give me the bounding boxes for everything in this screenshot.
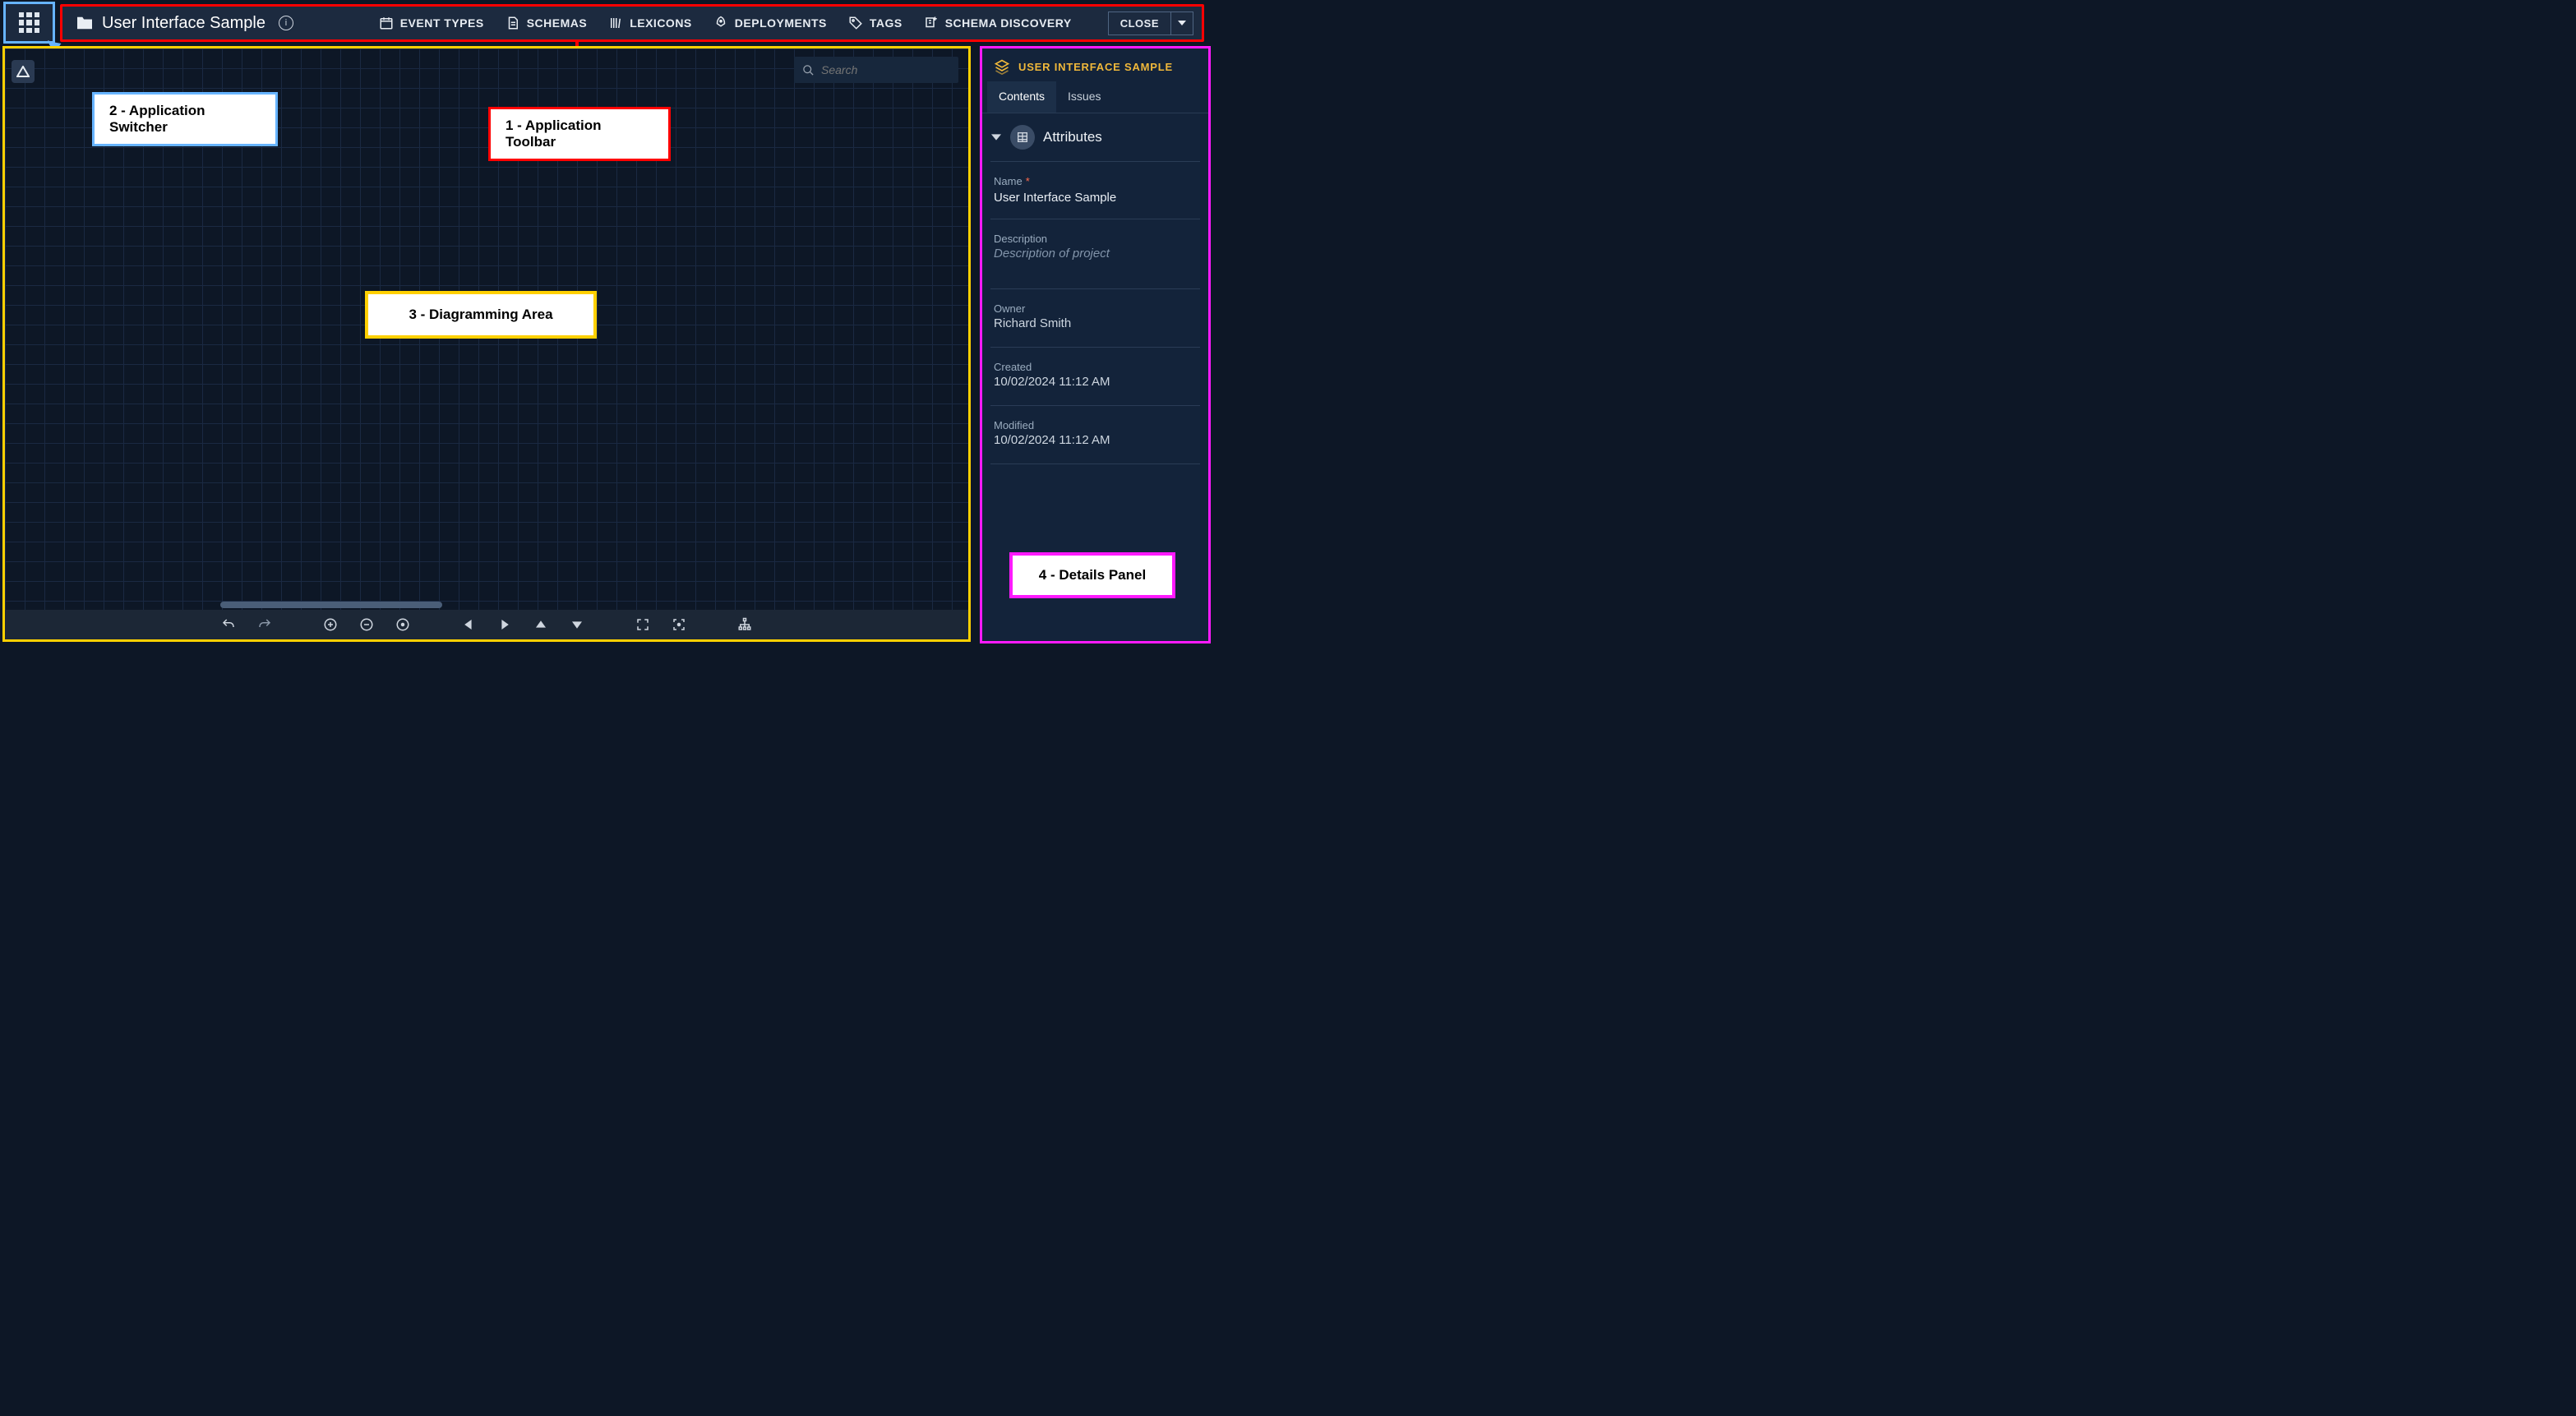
triangle-right-icon [500,620,510,630]
tag-icon [848,16,863,30]
field-created-value: 10/02/2024 11:12 AM [994,373,1197,397]
fit-icon [635,617,650,632]
divider [990,405,1200,406]
triangle-icon [16,66,30,77]
attributes-section-label: Attributes [1043,129,1102,145]
document-icon [506,16,520,30]
zoom-out-button[interactable] [358,616,376,634]
dot-circle-icon [395,617,410,632]
details-tabs: Contents Issues [982,81,1208,113]
annotation-diagram: 3 - Diagramming Area [365,291,597,339]
center-icon [672,617,686,632]
nav-schema-discovery[interactable]: SCHEMA DISCOVERY [924,16,1072,30]
redo-button[interactable] [256,616,274,634]
minus-circle-icon [359,617,374,632]
folder-icon [76,16,94,30]
field-modified-value: 10/02/2024 11:12 AM [994,431,1197,455]
triangle-down-icon [572,620,582,630]
annotation-switcher: 2 - Application Switcher [92,92,278,146]
field-created: Created 10/02/2024 11:12 AM [982,353,1208,400]
tab-contents[interactable]: Contents [987,81,1056,113]
table-icon [1016,131,1029,144]
field-modified-label: Modified [994,419,1197,431]
books-icon [608,16,623,30]
pan-right-button[interactable] [496,616,514,634]
field-created-label: Created [994,361,1197,373]
nav-lexicons-label: LEXICONS [630,16,692,30]
nav-deployments[interactable]: DEPLOYMENTS [713,16,827,30]
app-switcher-button[interactable] [3,2,55,44]
chevron-down-icon [1178,19,1186,27]
annotation-details: 4 - Details Panel [1009,552,1175,598]
horizontal-scrollbar-thumb[interactable] [220,602,442,608]
nav-tags[interactable]: TAGS [848,16,903,30]
app-root: User Interface Sample i EVENT TYPES SCHE… [0,0,1215,647]
shape-tool-button[interactable] [12,60,35,83]
close-button[interactable]: CLOSE [1108,12,1171,35]
info-icon[interactable]: i [279,16,293,30]
triangle-up-icon [536,620,546,630]
project-title: User Interface Sample [102,14,265,33]
undo-icon [221,617,236,632]
plus-circle-icon [323,617,338,632]
layers-icon [994,58,1010,75]
zoom-in-button[interactable] [321,616,339,634]
field-description: Description Description of project [982,224,1208,284]
canvas-search-input[interactable] [821,63,950,76]
nav-deployments-label: DEPLOYMENTS [735,16,827,30]
rocket-icon [713,16,728,30]
nav-schemas[interactable]: SCHEMAS [506,16,588,30]
center-button[interactable] [670,616,688,634]
tab-issues[interactable]: Issues [1056,81,1112,113]
discovery-icon [924,16,939,30]
project-title-group: User Interface Sample i [76,14,293,33]
grid-icon [19,12,40,34]
attributes-section-header[interactable]: Attributes [982,113,1208,156]
calendar-icon [379,16,394,30]
triangle-left-icon [464,620,473,630]
details-panel-header: USER INTERFACE SAMPLE [982,48,1208,81]
hierarchy-button[interactable] [736,616,754,634]
field-modified: Modified 10/02/2024 11:12 AM [982,411,1208,459]
details-panel-title: USER INTERFACE SAMPLE [1018,61,1173,73]
pan-left-button[interactable] [459,616,478,634]
field-description-label: Description [994,233,1197,245]
field-owner-label: Owner [994,302,1197,315]
zoom-reset-button[interactable] [394,616,412,634]
nav-schema-discovery-label: SCHEMA DISCOVERY [945,16,1072,30]
horizontal-scrollbar-track[interactable] [10,602,963,608]
field-name-input[interactable] [994,187,1197,210]
chevron-down-icon [990,131,1002,143]
redo-icon [257,617,272,632]
pan-down-button[interactable] [568,616,586,634]
divider [990,288,1200,289]
canvas-bottom-toolbar [5,610,968,639]
fit-screen-button[interactable] [634,616,652,634]
canvas-search[interactable] [794,57,958,83]
nav-event-types-label: EVENT TYPES [400,16,484,30]
close-button-group: CLOSE [1108,12,1193,35]
application-toolbar: User Interface Sample i EVENT TYPES SCHE… [60,4,1204,42]
nav-event-types[interactable]: EVENT TYPES [379,16,484,30]
hierarchy-icon [737,617,752,632]
divider [990,347,1200,348]
toolbar-nav: EVENT TYPES SCHEMAS LEXICONS DEPLOYMENTS… [379,12,1193,35]
field-name: Name* [982,167,1208,214]
search-icon [802,64,815,76]
attributes-section-icon [1010,125,1035,150]
nav-schemas-label: SCHEMAS [527,16,588,30]
nav-lexicons[interactable]: LEXICONS [608,16,692,30]
pan-up-button[interactable] [532,616,550,634]
divider [990,161,1200,162]
field-owner-value: Richard Smith [994,315,1197,339]
field-description-placeholder[interactable]: Description of project [994,245,1197,280]
field-name-label: Name* [994,175,1197,187]
close-dropdown-button[interactable] [1171,12,1193,35]
annotation-toolbar: 1 - Application Toolbar [488,107,671,161]
undo-button[interactable] [219,616,238,634]
nav-tags-label: TAGS [870,16,903,30]
field-owner: Owner Richard Smith [982,294,1208,342]
